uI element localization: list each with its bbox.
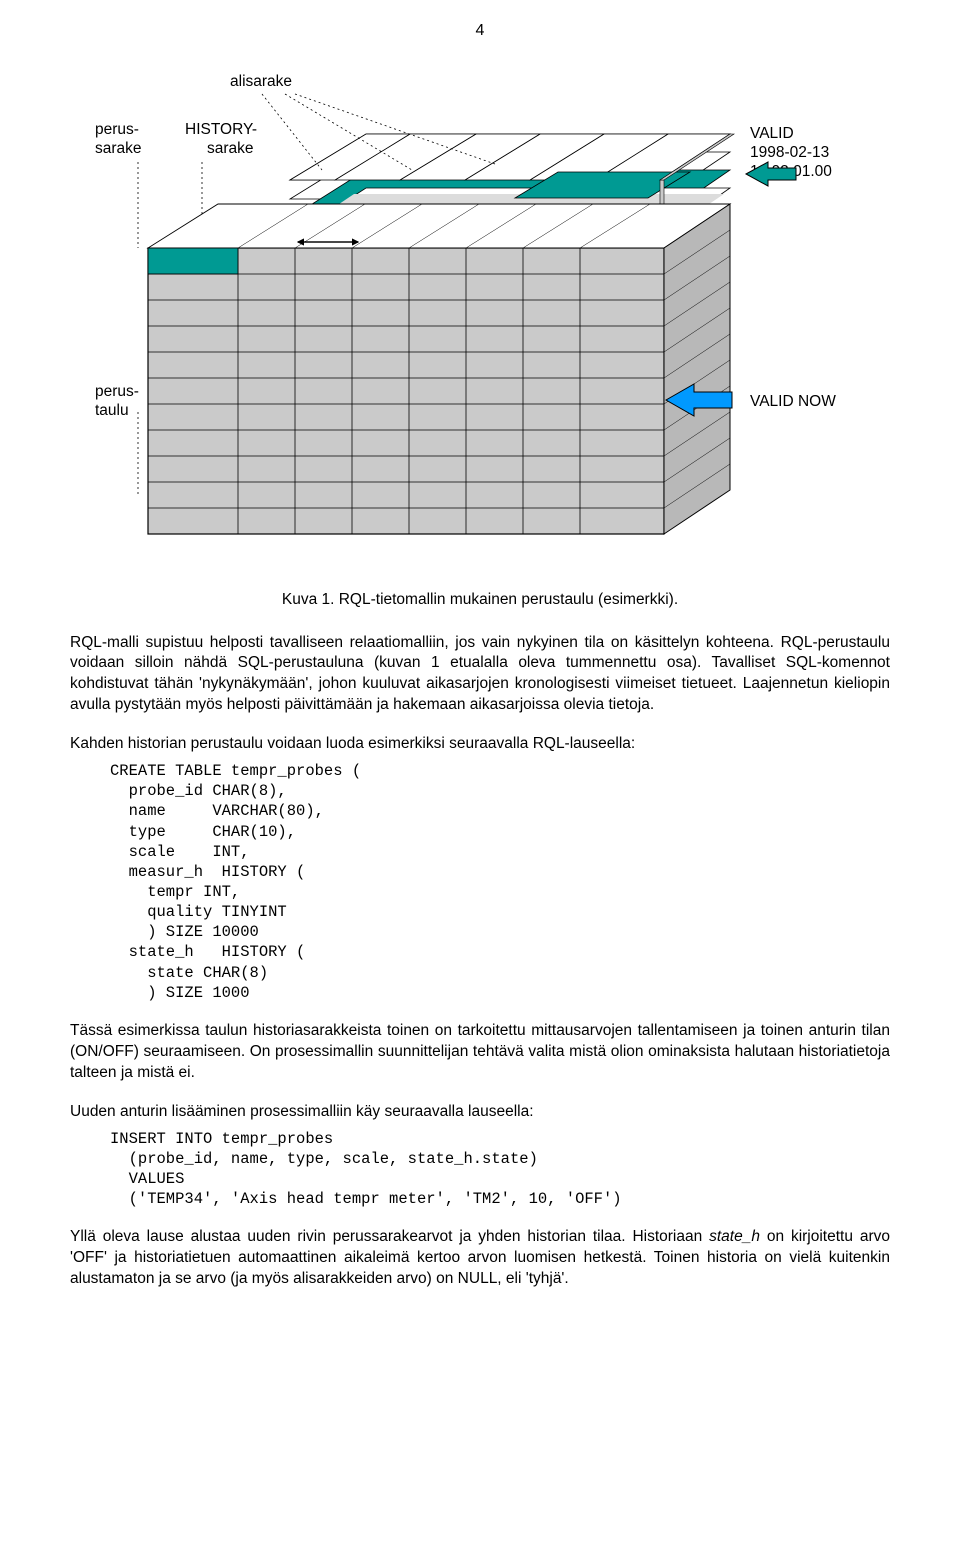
paragraph-2: Kahden historian perustaulu voidaan luod…: [70, 734, 890, 755]
paragraph-5: Yllä oleva lause alustaa uuden rivin per…: [70, 1227, 890, 1290]
para5-state-h: state_h: [709, 1228, 760, 1245]
paragraph-3: Tässä esimerkissa taulun historiasarakke…: [70, 1021, 890, 1084]
code-block-2: INSERT INTO tempr_probes (probe_id, name…: [110, 1129, 890, 1210]
figure-caption: Kuva 1. RQL-tietomallin mukainen perusta…: [70, 590, 890, 611]
paragraph-4: Uuden anturin lisääminen prosessimalliin…: [70, 1102, 890, 1123]
page-number: 4: [70, 20, 890, 42]
valid-arrow-icon: [746, 162, 796, 186]
code-block-1: CREATE TABLE tempr_probes ( probe_id CHA…: [110, 761, 890, 1003]
figure-svg: [70, 72, 900, 562]
paragraph-1: RQL-malli supistuu helposti tavalliseen …: [70, 633, 890, 717]
para5-text-a: Yllä oleva lause alustaa uuden rivin per…: [70, 1228, 709, 1245]
figure-1-diagram: alisarake perus- sarake HISTORY- sarake …: [70, 72, 890, 562]
